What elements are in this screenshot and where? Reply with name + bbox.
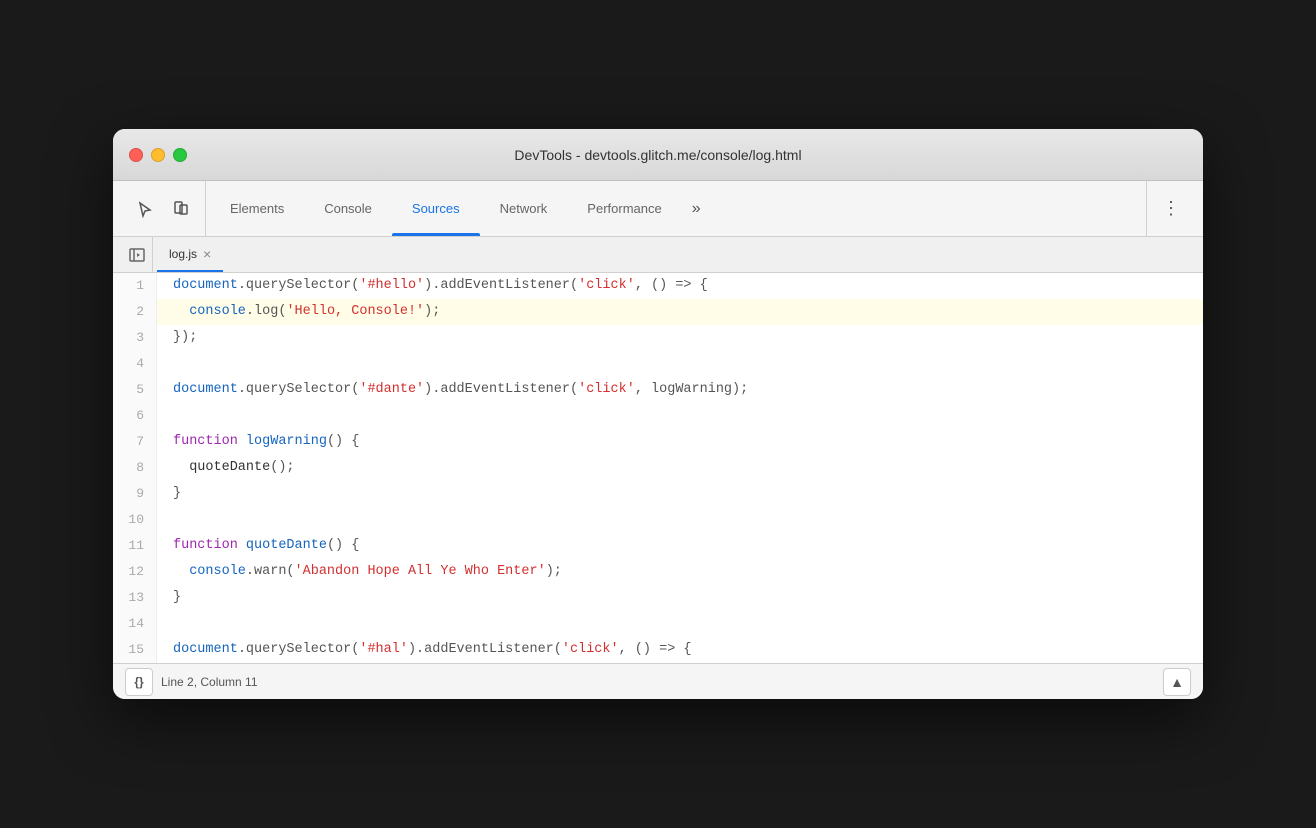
more-tabs-button[interactable]: » bbox=[682, 181, 711, 236]
code-line-12: console.warn('Abandon Hope All Ye Who En… bbox=[173, 559, 1203, 585]
code-line-10 bbox=[173, 507, 1203, 533]
code-editor[interactable]: 1 2 3 4 5 6 7 8 9 10 11 12 13 14 15 docu… bbox=[113, 273, 1203, 663]
tab-console[interactable]: Console bbox=[304, 181, 392, 236]
file-tab-logjs[interactable]: log.js × bbox=[157, 237, 223, 272]
code-line-9: } bbox=[173, 481, 1203, 507]
code-line-2: console.log('Hello, Console!'); bbox=[157, 299, 1203, 325]
code-line-15: document.querySelector('#hal').addEventL… bbox=[173, 637, 1203, 663]
toolbar-menu: ⋮ bbox=[1146, 181, 1195, 236]
cursor-position: Line 2, Column 11 bbox=[161, 675, 258, 689]
format-button[interactable]: ▲ bbox=[1163, 668, 1191, 696]
code-line-8: quoteDante(); bbox=[173, 455, 1203, 481]
code-line-3: }); bbox=[173, 325, 1203, 351]
line-num-6: 6 bbox=[125, 403, 144, 429]
file-tab-name: log.js bbox=[169, 247, 197, 261]
line-num-4: 4 bbox=[125, 351, 144, 377]
line-num-5: 5 bbox=[125, 377, 144, 403]
status-bar: {} Line 2, Column 11 ▲ bbox=[113, 663, 1203, 699]
tab-sources[interactable]: Sources bbox=[392, 181, 480, 236]
code-line-4 bbox=[173, 351, 1203, 377]
code-line-7: function logWarning() { bbox=[173, 429, 1203, 455]
tab-network[interactable]: Network bbox=[480, 181, 568, 236]
minimize-button[interactable] bbox=[151, 148, 165, 162]
line-num-10: 10 bbox=[125, 507, 144, 533]
code-line-14 bbox=[173, 611, 1203, 637]
line-numbers: 1 2 3 4 5 6 7 8 9 10 11 12 13 14 15 bbox=[113, 273, 157, 663]
line-num-15: 15 bbox=[125, 637, 144, 663]
file-tabs: log.js × bbox=[113, 237, 1203, 273]
devtools-menu-button[interactable]: ⋮ bbox=[1155, 193, 1187, 225]
code-line-6 bbox=[173, 403, 1203, 429]
tab-performance[interactable]: Performance bbox=[567, 181, 681, 236]
line-num-13: 13 bbox=[125, 585, 144, 611]
line-num-3: 3 bbox=[125, 325, 144, 351]
code-line-1: document.querySelector('#hello').addEven… bbox=[173, 273, 1203, 299]
code-line-5: document.querySelector('#dante').addEven… bbox=[173, 377, 1203, 403]
cursor-icon bbox=[136, 200, 154, 218]
sidebar-toggle-button[interactable] bbox=[121, 237, 153, 272]
toolbar: Elements Console Sources Network Perform… bbox=[113, 181, 1203, 237]
line-num-7: 7 bbox=[125, 429, 144, 455]
code-area: 1 2 3 4 5 6 7 8 9 10 11 12 13 14 15 docu… bbox=[113, 273, 1203, 663]
device-icon bbox=[172, 200, 190, 218]
window-title: DevTools - devtools.glitch.me/console/lo… bbox=[514, 147, 801, 163]
traffic-lights bbox=[129, 148, 187, 162]
line-num-8: 8 bbox=[125, 455, 144, 481]
code-lines: document.querySelector('#hello').addEven… bbox=[157, 273, 1203, 663]
line-num-11: 11 bbox=[125, 533, 144, 559]
line-num-2: 2 bbox=[125, 299, 144, 325]
line-num-12: 12 bbox=[125, 559, 144, 585]
toolbar-icons bbox=[121, 181, 206, 236]
close-button[interactable] bbox=[129, 148, 143, 162]
code-line-11: function quoteDante() { bbox=[173, 533, 1203, 559]
line-num-9: 9 bbox=[125, 481, 144, 507]
sidebar-icon bbox=[129, 248, 145, 262]
tab-elements[interactable]: Elements bbox=[210, 181, 304, 236]
pretty-print-button[interactable]: {} bbox=[125, 668, 153, 696]
status-bar-right: ▲ bbox=[1163, 668, 1191, 696]
line-num-1: 1 bbox=[125, 273, 144, 299]
code-line-13: } bbox=[173, 585, 1203, 611]
devtools-window: DevTools - devtools.glitch.me/console/lo… bbox=[113, 129, 1203, 699]
device-toggle-button[interactable] bbox=[165, 193, 197, 225]
tabs-container: Elements Console Sources Network Perform… bbox=[210, 181, 1146, 236]
titlebar: DevTools - devtools.glitch.me/console/lo… bbox=[113, 129, 1203, 181]
inspect-element-button[interactable] bbox=[129, 193, 161, 225]
line-num-14: 14 bbox=[125, 611, 144, 637]
maximize-button[interactable] bbox=[173, 148, 187, 162]
file-tab-close-button[interactable]: × bbox=[203, 247, 211, 261]
